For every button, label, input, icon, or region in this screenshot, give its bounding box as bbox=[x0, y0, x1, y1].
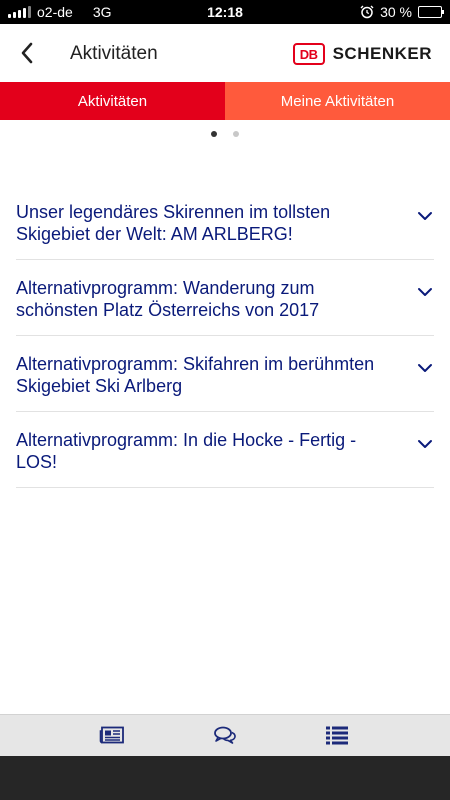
logo-text: SCHENKER bbox=[332, 44, 432, 63]
list-item[interactable]: Alternativprogramm: Wanderung zum schöns… bbox=[16, 260, 434, 336]
page-dot bbox=[211, 131, 217, 137]
activity-title: Unser legendäres Skirennen im tollsten S… bbox=[16, 202, 331, 244]
page-indicator bbox=[0, 131, 450, 137]
back-button[interactable] bbox=[12, 38, 42, 68]
tab-bar: Aktivitäten Meine Aktivitäten bbox=[0, 82, 450, 120]
chevron-down-icon[interactable] bbox=[416, 209, 434, 223]
page-dot bbox=[233, 131, 239, 137]
activity-title: Alternativprogramm: Wanderung zum schöns… bbox=[16, 278, 320, 320]
tab-aktivitaeten[interactable]: Aktivitäten bbox=[0, 82, 225, 120]
list-item[interactable]: Alternativprogramm: Skifahren im berühmt… bbox=[16, 336, 434, 412]
system-home-area bbox=[0, 756, 450, 800]
tab-meine-aktivitaeten[interactable]: Meine Aktivitäten bbox=[225, 82, 450, 120]
newspaper-icon bbox=[99, 726, 124, 744]
battery-icon bbox=[418, 6, 444, 18]
page-title: Aktivitäten bbox=[70, 43, 158, 64]
chevron-down-icon[interactable] bbox=[416, 361, 434, 375]
list-view-button[interactable] bbox=[322, 723, 352, 747]
bottom-toolbar bbox=[0, 714, 450, 756]
news-button[interactable] bbox=[97, 723, 127, 747]
status-bar: o2-de 3G 12:18 30 % bbox=[0, 0, 450, 24]
chevron-down-icon[interactable] bbox=[416, 437, 434, 451]
chevron-left-icon bbox=[21, 42, 33, 64]
chat-button[interactable] bbox=[210, 723, 240, 747]
alarm-clock-icon bbox=[360, 5, 374, 19]
chat-bubbles-icon bbox=[214, 726, 236, 744]
db-logo-mark: DB bbox=[292, 43, 325, 65]
app-header: Aktivitäten DB SCHENKER bbox=[0, 24, 450, 82]
list-icon bbox=[326, 726, 348, 745]
chevron-down-icon[interactable] bbox=[416, 285, 434, 299]
activity-list: Unser legendäres Skirennen im tollsten S… bbox=[16, 184, 434, 488]
battery-percent: 30 % bbox=[380, 4, 412, 20]
db-schenker-logo: DB SCHENKER bbox=[292, 43, 432, 65]
status-right: 30 % bbox=[360, 4, 444, 20]
activity-title: Alternativprogramm: In die Hocke - Ferti… bbox=[16, 430, 357, 472]
activity-title: Alternativprogramm: Skifahren im berühmt… bbox=[16, 354, 375, 396]
list-item[interactable]: Alternativprogramm: In die Hocke - Ferti… bbox=[16, 412, 434, 488]
list-item[interactable]: Unser legendäres Skirennen im tollsten S… bbox=[16, 184, 434, 260]
